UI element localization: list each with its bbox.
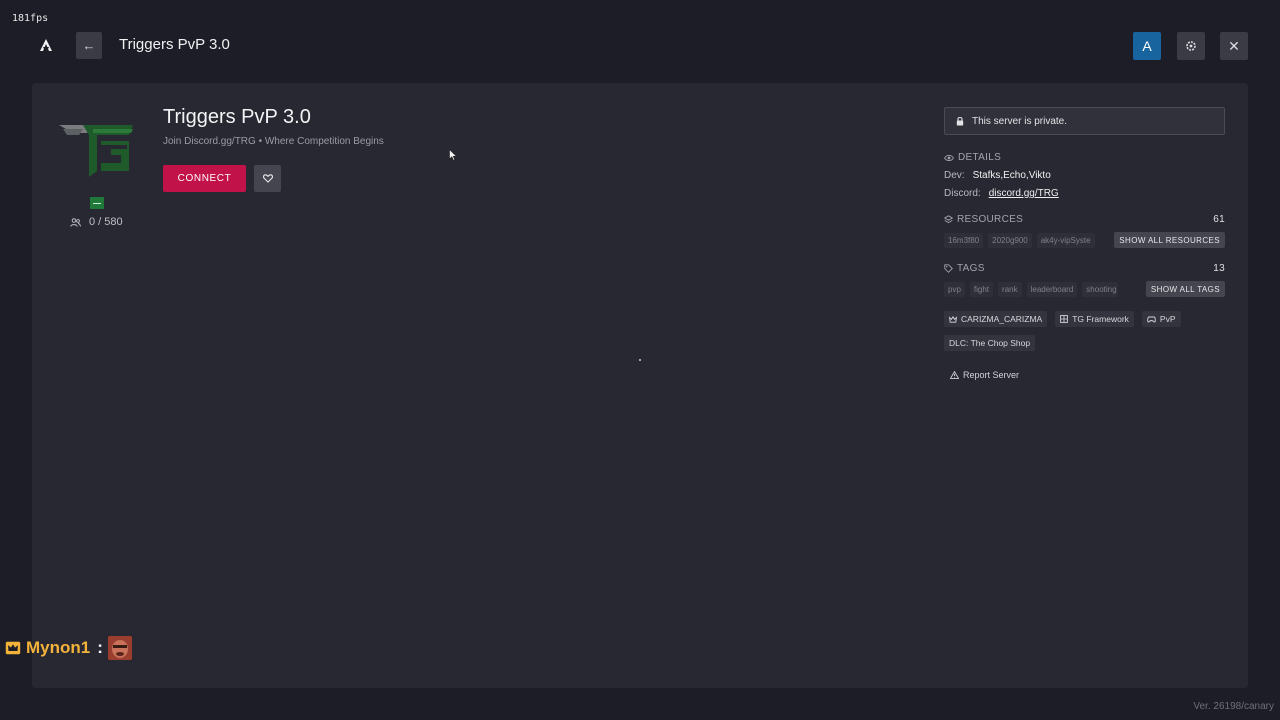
details-heading: DETAILS — [958, 152, 1002, 163]
server-detail-panel: 0 / 580 Triggers PvP 3.0 Join Discord.gg… — [32, 83, 1248, 688]
chat-username: Mynon1 — [26, 638, 91, 657]
framework-badge[interactable]: TG Framework — [1055, 311, 1134, 327]
badge-list: CARIZMA_CARIZMA TG Framework PvP DLC: Th… — [944, 311, 1184, 351]
lock-icon — [956, 116, 964, 126]
page-title: Triggers PvP 3.0 — [119, 36, 230, 53]
resource-chip: 16m3f80 — [944, 232, 984, 248]
resource-chip: ak4y-vipSyste — [1036, 232, 1095, 248]
settings-button[interactable] — [1177, 32, 1205, 60]
owner-badge-label: CARIZMA_CARIZMA — [961, 314, 1043, 324]
favorite-button[interactable] — [254, 165, 281, 192]
server-logo — [57, 119, 137, 181]
version-label: Ver. 26198/canary — [1193, 701, 1274, 712]
gear-icon — [1186, 41, 1196, 51]
resources-heading: RESOURCES — [957, 214, 1024, 225]
tag-chip: shooting — [1082, 281, 1119, 297]
chat-avatar — [107, 636, 132, 660]
layers-icon — [944, 215, 953, 224]
gamemode-badge[interactable]: PvP — [1141, 311, 1181, 327]
mouse-cursor-icon — [449, 149, 457, 161]
close-button[interactable]: ✕ — [1220, 32, 1248, 60]
tag-chip: pvp — [944, 281, 965, 297]
dlc-badge-label: DLC: The Chop Shop — [949, 338, 1031, 348]
server-name: Triggers PvP 3.0 — [163, 106, 311, 128]
gamepad-icon — [1147, 316, 1156, 322]
details-section: DETAILS Dev: Stafks,Echo,Vikto Discord: … — [944, 152, 1225, 199]
report-server-label: Report Server — [963, 370, 1020, 380]
tags-count: 13 — [1213, 263, 1225, 274]
resources-section: RESOURCES 61 16m3f80 2020g900 ak4y-vipSy… — [944, 214, 1225, 248]
eye-icon — [944, 154, 954, 161]
resources-count: 61 — [1213, 214, 1225, 225]
connect-button[interactable]: CONNECT — [163, 165, 246, 192]
discord-link[interactable]: discord.gg/TRG — [989, 188, 1059, 199]
tags-heading: TAGS — [957, 263, 985, 274]
report-server-button[interactable]: Report Server — [950, 370, 1225, 380]
tags-section: TAGS 13 pvp fight rank leaderboard shoot… — [944, 263, 1225, 297]
crown-icon — [5, 641, 21, 655]
crown-icon — [949, 315, 957, 323]
tag-chip: rank — [998, 281, 1022, 297]
owner-badge[interactable]: CARIZMA_CARIZMA — [944, 311, 1048, 327]
private-notice: This server is private. — [944, 107, 1225, 135]
fps-counter: 181fps — [12, 13, 49, 24]
users-icon — [70, 217, 81, 227]
chat-separator: : — [97, 638, 103, 657]
discord-label: Discord: — [944, 188, 981, 199]
back-button[interactable]: ← — [76, 32, 102, 59]
dev-value: Stafks,Echo,Vikto — [972, 170, 1051, 181]
heart-icon — [262, 174, 273, 183]
app-logo-icon[interactable] — [36, 35, 56, 55]
country-flag-icon — [90, 197, 104, 209]
server-description: Join Discord.gg/TRG • Where Competition … — [163, 136, 384, 147]
tag-chip: leaderboard — [1026, 281, 1078, 297]
warning-icon — [950, 371, 959, 379]
show-all-tags-button[interactable]: SHOW ALL TAGS — [1145, 281, 1225, 297]
private-notice-text: This server is private. — [972, 115, 1068, 127]
player-count: 0 / 580 — [70, 216, 123, 228]
discord-row: Discord: discord.gg/TRG — [944, 188, 1225, 199]
resource-chip: 2020g900 — [988, 232, 1032, 248]
gamemode-badge-label: PvP — [1159, 314, 1176, 324]
chat-message: Mynon1 : — [5, 636, 132, 660]
account-button[interactable]: A — [1133, 32, 1161, 60]
server-sidebar: This server is private. DETAILS Dev: Sta… — [944, 107, 1225, 380]
tag-icon — [944, 264, 953, 273]
dlc-badge[interactable]: DLC: The Chop Shop — [944, 335, 1036, 351]
framework-badge-label: TG Framework — [1072, 314, 1129, 324]
show-all-resources-button[interactable]: SHOW ALL RESOURCES — [1114, 232, 1225, 248]
loading-dot — [639, 359, 641, 361]
dev-label: Dev: — [944, 170, 965, 181]
grid-icon — [1060, 315, 1069, 323]
tag-chip: fight — [969, 281, 994, 297]
player-count-value: 0 / 580 — [89, 216, 123, 228]
dev-row: Dev: Stafks,Echo,Vikto — [944, 170, 1225, 181]
